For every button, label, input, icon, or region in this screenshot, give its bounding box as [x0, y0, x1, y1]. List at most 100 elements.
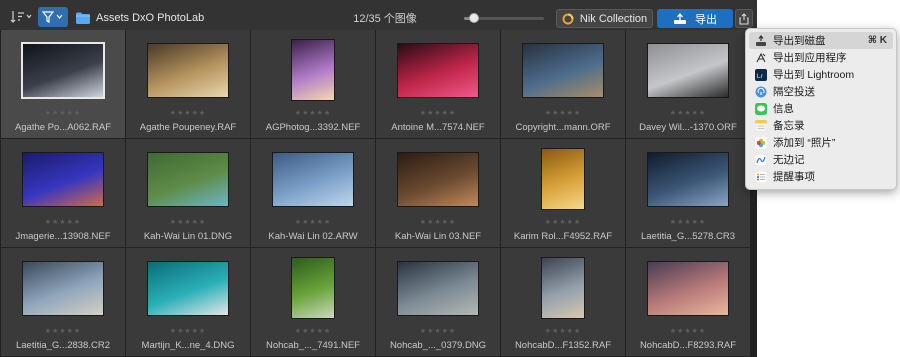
- thumbnail-cell[interactable]: ★★★★★ Antoine M...7574.NEF: [376, 30, 500, 138]
- star-rating[interactable]: ★★★★★: [1, 218, 125, 226]
- star-rating[interactable]: ★★★★★: [126, 109, 250, 117]
- slider-thumb[interactable]: [468, 13, 479, 23]
- thumbnail-filename: Kah-Wai Lin 01.DNG: [143, 231, 233, 242]
- thumbnail-image[interactable]: [147, 260, 229, 316]
- thumbnail-frame: [376, 39, 500, 101]
- star-rating[interactable]: ★★★★★: [251, 327, 375, 335]
- thumbnail-cell[interactable]: ★★★★★ Davey Wil...-1370.ORF: [626, 30, 750, 138]
- thumbnail-filename: NohcabD...F8293.RAF: [639, 340, 737, 351]
- star-rating[interactable]: ★★★★★: [251, 218, 375, 226]
- thumbnail-image[interactable]: [647, 260, 729, 316]
- thumbnail-cell[interactable]: ★★★★★ Laetitia_G...5278.CR3: [626, 139, 750, 247]
- thumbnail-image[interactable]: [22, 151, 104, 207]
- star-rating[interactable]: ★★★★★: [501, 327, 625, 335]
- star-rating[interactable]: ★★★★★: [1, 109, 125, 117]
- thumbnail-image[interactable]: [397, 260, 479, 316]
- thumbnail-image[interactable]: [522, 42, 604, 98]
- thumbnail-image[interactable]: [397, 42, 479, 98]
- thumbnail-filename: AGPhotog...3392.NEF: [265, 122, 361, 133]
- thumbnail-image[interactable]: [21, 41, 105, 99]
- thumbnail-image[interactable]: [647, 42, 729, 98]
- folder-icon: [76, 12, 90, 24]
- export-menu-item[interactable]: 添加到 “照片”: [749, 134, 893, 151]
- thumbnail-image[interactable]: [291, 257, 335, 319]
- export-menu-item[interactable]: 无边记: [749, 151, 893, 168]
- svg-text:Lr: Lr: [757, 72, 764, 79]
- thumbnail-filename: Agathe Po...A062.RAF: [14, 122, 112, 133]
- freeform-icon: [755, 153, 767, 166]
- thumbnail-cell[interactable]: ★★★★★ Martijn_K...ne_4.DNG: [126, 248, 250, 356]
- export-menu-item-label: 添加到 “照片”: [773, 137, 836, 149]
- star-rating[interactable]: ★★★★★: [501, 109, 625, 117]
- thumbnail-frame: [251, 148, 375, 210]
- filter-icon: [41, 11, 63, 23]
- thumbnail-frame: [1, 148, 125, 210]
- image-counter: 12/35 个图像: [353, 13, 417, 25]
- filter-button[interactable]: [38, 7, 68, 27]
- thumbnail-image[interactable]: [397, 151, 479, 207]
- thumbnail-image[interactable]: [272, 151, 354, 207]
- thumbnail-cell[interactable]: ★★★★★ Agathe Po...A062.RAF: [1, 30, 125, 138]
- thumbnail-cell[interactable]: ★★★★★ Kah-Wai Lin 03.NEF: [376, 139, 500, 247]
- thumbnail-cell[interactable]: ★★★★★ NohcabD...F1352.RAF: [501, 248, 625, 356]
- thumbnail-cell[interactable]: ★★★★★ NohcabD...F8293.RAF: [626, 248, 750, 356]
- thumbnail-cell[interactable]: ★★★★★ Kah-Wai Lin 02.ARW: [251, 139, 375, 247]
- thumbnail-image[interactable]: [541, 257, 585, 319]
- export-menu-item[interactable]: 隔空投送: [749, 83, 893, 100]
- star-rating[interactable]: ★★★★★: [626, 109, 750, 117]
- star-rating[interactable]: ★★★★★: [376, 218, 500, 226]
- thumbnail-cell[interactable]: ★★★★★ Copyright...mann.ORF: [501, 30, 625, 138]
- notes-icon: [755, 119, 767, 132]
- thumbnail-filename: Agathe Poupeney.RAF: [139, 122, 237, 133]
- thumbnail-frame: [1, 257, 125, 319]
- thumbnail-cell[interactable]: ★★★★★ Nohcab_..._0379.DNG: [376, 248, 500, 356]
- folder-name: Assets DxO PhotoLab: [96, 11, 205, 24]
- thumbnail-frame: [626, 39, 750, 101]
- thumbnail-cell[interactable]: ★★★★★ AGPhotog...3392.NEF: [251, 30, 375, 138]
- thumbnail-cell[interactable]: ★★★★★ Laetitia_G...2838.CR2: [1, 248, 125, 356]
- star-rating[interactable]: ★★★★★: [626, 218, 750, 226]
- thumbnail-filename: Karim Rol...F4952.RAF: [513, 231, 613, 242]
- star-rating[interactable]: ★★★★★: [251, 109, 375, 117]
- export-menu-item[interactable]: Lr 导出到 Lightroom: [749, 66, 893, 83]
- thumbnail-image[interactable]: [147, 151, 229, 207]
- thumbnail-image[interactable]: [147, 42, 229, 98]
- star-rating[interactable]: ★★★★★: [501, 218, 625, 226]
- export-menu-item[interactable]: 信息: [749, 100, 893, 117]
- toolbar: Assets DxO PhotoLab 12/35 个图像 Nik Collec…: [0, 0, 757, 34]
- thumbnail-image[interactable]: [291, 39, 335, 101]
- star-rating[interactable]: ★★★★★: [376, 109, 500, 117]
- export-menu-item[interactable]: 导出到磁盘 ⌘ K: [749, 32, 893, 49]
- thumbnail-frame: [126, 39, 250, 101]
- thumbnail-frame: [501, 148, 625, 210]
- star-rating[interactable]: ★★★★★: [626, 327, 750, 335]
- star-rating[interactable]: ★★★★★: [376, 327, 500, 335]
- thumbnail-cell[interactable]: ★★★★★ Karim Rol...F4952.RAF: [501, 139, 625, 247]
- export-menu-item[interactable]: 备忘录: [749, 117, 893, 134]
- photolab-window: Assets DxO PhotoLab 12/35 个图像 Nik Collec…: [0, 0, 757, 357]
- thumbnail-cell[interactable]: ★★★★★ Nohcab_..._7491.NEF: [251, 248, 375, 356]
- thumbnail-filename: Jmagerie...13908.NEF: [15, 231, 111, 242]
- thumbnail-cell[interactable]: ★★★★★ Jmagerie...13908.NEF: [1, 139, 125, 247]
- export-button[interactable]: 导出: [657, 9, 733, 28]
- nik-collection-button[interactable]: Nik Collection: [556, 9, 653, 28]
- thumbnail-cell[interactable]: ★★★★★ Agathe Poupeney.RAF: [126, 30, 250, 138]
- thumbnail-image[interactable]: [647, 151, 729, 207]
- thumbnail-grid: ★★★★★ Agathe Po...A062.RAF ★★★★★ Agathe Pou…: [0, 30, 757, 357]
- star-rating[interactable]: ★★★★★: [1, 327, 125, 335]
- share-button[interactable]: [735, 9, 753, 28]
- thumbnail-size-slider[interactable]: [464, 13, 544, 23]
- export-menu-item[interactable]: 导出到应用程序: [749, 49, 893, 66]
- thumbnail-image[interactable]: [541, 148, 585, 210]
- thumbnail-image[interactable]: [22, 260, 104, 316]
- sort-button[interactable]: [8, 8, 34, 26]
- thumbnail-frame: [1, 39, 125, 101]
- current-folder[interactable]: Assets DxO PhotoLab: [75, 9, 204, 26]
- export-menu-item-label: 隔空投送: [773, 86, 815, 98]
- export-menu-item[interactable]: 提醒事项: [749, 168, 893, 185]
- star-rating[interactable]: ★★★★★: [126, 218, 250, 226]
- star-rating[interactable]: ★★★★★: [126, 327, 250, 335]
- thumbnail-cell[interactable]: ★★★★★ Kah-Wai Lin 01.DNG: [126, 139, 250, 247]
- export-disk-icon: [755, 34, 767, 47]
- export-menu-item-label: 信息: [773, 103, 794, 115]
